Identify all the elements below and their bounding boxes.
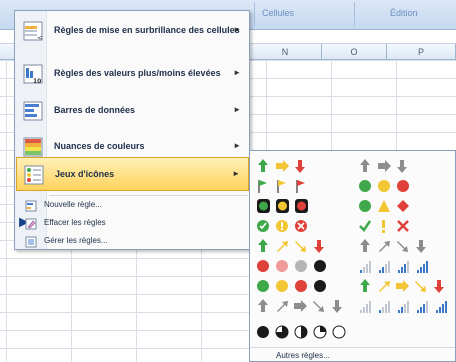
menu-item-label: Nouvelle règle... (44, 200, 102, 209)
icon-set-4-traffic-lights[interactable] (256, 277, 336, 295)
menu-item-new-rule[interactable]: Nouvelle règle... (16, 196, 249, 214)
menu-item-label: Gérer les règles... (44, 236, 108, 245)
icon-set-3-signs[interactable] (358, 197, 418, 215)
menu-item-highlight-cells-rules[interactable]: < Règles de mise en surbrillance des cel… (16, 14, 249, 48)
svg-text:10: 10 (33, 78, 41, 84)
column-header-p[interactable]: P (387, 44, 456, 60)
icon-set-5-arrows-gray[interactable] (256, 297, 354, 315)
highlight-cells-rules-icon: < (23, 21, 43, 42)
icon-set-red-to-black[interactable] (256, 257, 336, 275)
icon-set-4-ratings[interactable] (358, 257, 438, 275)
submenu-arrow-icon: ► (233, 25, 241, 34)
ribbon-separator (354, 2, 355, 26)
icon-set-4-arrows-gray[interactable] (358, 237, 438, 255)
menu-item-label: Règles de mise en surbrillance des cellu… (54, 25, 240, 35)
menu-item-manage-rules[interactable]: Gérer les règles... (16, 232, 249, 250)
more-rules-button[interactable]: Autres règles... (250, 347, 455, 362)
column-header-n[interactable]: N (249, 44, 322, 60)
submenu-arrow-icon: ► (232, 169, 240, 178)
new-rule-icon (25, 199, 37, 212)
icon-sets-icon (24, 165, 44, 185)
column-header-o[interactable]: O (322, 44, 387, 60)
icon-set-5-quarters[interactable] (256, 323, 354, 341)
clear-rules-icon (25, 217, 37, 230)
icon-set-3-symbols-uncircled[interactable] (358, 217, 418, 235)
menu-item-top-bottom-rules[interactable]: 10 Règles des valeurs plus/moins élevées… (16, 57, 249, 91)
submenu-arrow-icon: ► (233, 105, 241, 114)
icon-set-4-arrows-colored[interactable] (256, 237, 336, 255)
ribbon-separator (254, 2, 255, 26)
ribbon-group-cells-label: Cellules (262, 8, 295, 18)
icon-set-3-arrows-colored[interactable] (256, 157, 316, 175)
menu-item-clear-rules[interactable]: Effacer les règles ► (16, 214, 249, 232)
menu-item-label: Nuances de couleurs (54, 141, 145, 151)
menu-item-label: Règles des valeurs plus/moins élevées (54, 68, 221, 78)
menu-item-icon-sets[interactable]: Jeux d'icônes ► (16, 157, 249, 191)
icon-set-3-flags[interactable] (256, 177, 316, 195)
submenu-arrow-icon: ► (233, 68, 241, 77)
color-scales-icon (23, 137, 43, 157)
ribbon-group-edit-label: Édition (390, 8, 418, 18)
menu-item-data-bars[interactable]: Barres de données ► (16, 94, 249, 128)
manage-rules-icon (25, 235, 37, 248)
svg-text:<: < (37, 34, 43, 41)
menu-item-label: Effacer les règles (44, 218, 106, 227)
icon-set-3-traffic-lights-unrimmed[interactable] (358, 177, 418, 195)
icon-set-3-traffic-lights-rimmed[interactable] (256, 197, 316, 215)
icon-set-3-symbols-circled[interactable] (256, 217, 316, 235)
conditional-formatting-menu: < Règles de mise en surbrillance des cel… (14, 10, 250, 250)
icon-set-3-arrows-gray[interactable] (358, 157, 418, 175)
submenu-arrow-icon: ► (233, 141, 241, 150)
top-bottom-rules-icon: 10 (23, 64, 43, 85)
menu-item-label: Jeux d'icônes (55, 169, 115, 179)
icon-set-5-ratings[interactable] (358, 297, 456, 315)
data-bars-icon (23, 101, 43, 121)
menu-item-label: Barres de données (54, 105, 136, 115)
icon-sets-submenu: Autres règles... (249, 150, 456, 362)
icon-set-5-arrows-colored[interactable] (358, 277, 456, 295)
